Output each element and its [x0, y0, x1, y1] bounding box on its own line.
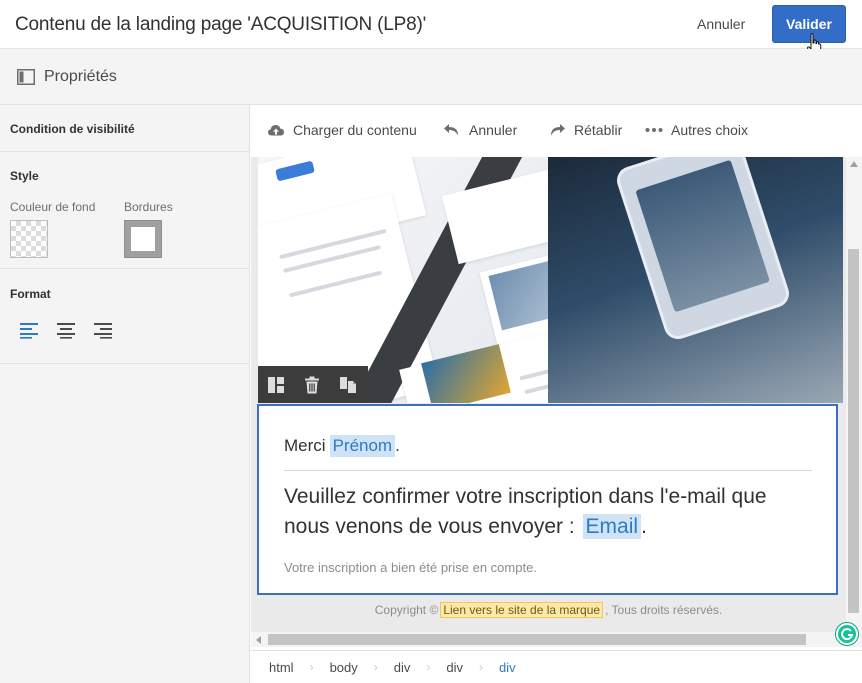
- cloud-upload-icon: [268, 125, 284, 136]
- divider: [284, 470, 812, 471]
- horizontal-scroll-thumb[interactable]: [268, 634, 806, 645]
- horizontal-scrollbar[interactable]: [251, 632, 846, 647]
- delete-button[interactable]: [294, 366, 330, 403]
- more-dots-icon: [645, 128, 663, 132]
- cancel-button[interactable]: Annuler: [697, 16, 745, 32]
- chevron-right-icon: ›: [479, 660, 484, 674]
- selected-text-block[interactable]: Merci Prénom . Veuillez confirmer votre …: [257, 404, 838, 595]
- undo-button[interactable]: Annuler: [443, 122, 517, 138]
- undo-icon: [444, 124, 458, 136]
- scroll-up-arrow-icon[interactable]: [850, 161, 858, 167]
- chevron-right-icon: ›: [373, 660, 378, 674]
- header-bar: Contenu de la landing page 'ACQUISITION …: [0, 0, 862, 49]
- more-options-label: Autres choix: [671, 122, 749, 138]
- duplicate-icon: [340, 376, 356, 393]
- brand-link[interactable]: Lien vers le site de la marque: [440, 602, 604, 618]
- editor-toolbar: Charger du contenu Annuler Rétablir Autr…: [251, 105, 862, 157]
- breadcrumb-body[interactable]: body: [330, 660, 358, 675]
- format-heading: Format: [10, 287, 51, 301]
- redo-icon: [551, 124, 565, 136]
- page-title: Contenu de la landing page 'ACQUISITION …: [15, 14, 426, 35]
- redo-button[interactable]: Rétablir: [548, 122, 622, 138]
- thanks-prefix: Merci: [284, 436, 326, 455]
- chevron-right-icon: ›: [426, 660, 431, 674]
- breadcrumb: html › body › div › div › div: [251, 650, 862, 683]
- vertical-scroll-thumb[interactable]: [848, 249, 859, 613]
- visibility-section[interactable]: Condition de visibilité: [0, 105, 249, 152]
- registration-done-text: Votre inscription a bien été prise en co…: [284, 560, 537, 575]
- properties-label: Propriétés: [44, 68, 117, 85]
- style-section: Style Couleur de fond Bordures: [0, 152, 249, 269]
- background-color-swatch[interactable]: [10, 220, 48, 258]
- load-content-label: Charger du contenu: [293, 122, 417, 138]
- align-center-icon[interactable]: [56, 321, 76, 339]
- thanks-suffix: .: [395, 436, 400, 455]
- vertical-scrollbar[interactable]: [846, 157, 862, 647]
- grammarly-icon[interactable]: [836, 623, 858, 645]
- properties-sidebar: Condition de visibilité Style Couleur de…: [0, 105, 250, 683]
- thanks-line: Merci Prénom .: [284, 435, 400, 457]
- borders-label: Bordures: [124, 200, 173, 214]
- footer-copyright: Copyright © Lien vers le site de la marqu…: [251, 602, 846, 618]
- panel-icon[interactable]: [17, 69, 35, 85]
- format-section: Format: [0, 269, 249, 364]
- borders-swatch[interactable]: [124, 220, 162, 258]
- undo-label: Annuler: [469, 122, 518, 138]
- editor-canvas: Merci Prénom . Veuillez confirmer votre …: [251, 157, 846, 632]
- style-heading: Style: [10, 169, 39, 183]
- scroll-left-arrow-icon[interactable]: [256, 636, 261, 644]
- visibility-heading: Condition de visibilité: [10, 122, 135, 136]
- layout-button[interactable]: [258, 366, 294, 403]
- block-toolbar: [258, 366, 368, 403]
- confirm-paragraph: Veuillez confirmer votre inscription dan…: [284, 482, 814, 542]
- confirm-text: Veuillez confirmer votre inscription dan…: [284, 485, 767, 538]
- firstname-field-tag[interactable]: Prénom: [329, 435, 396, 457]
- background-color-label: Couleur de fond: [10, 200, 96, 214]
- email-field-tag[interactable]: Email: [582, 514, 642, 539]
- grammarly-g-icon: [841, 628, 854, 641]
- breadcrumb-div-2[interactable]: div: [446, 660, 463, 675]
- copyright-text: Copyright ©: [374, 603, 439, 617]
- layout-icon: [268, 376, 284, 393]
- chevron-right-icon: ›: [309, 660, 314, 674]
- rights-text: , Tous droits réservés.: [605, 603, 723, 617]
- align-right-icon[interactable]: [93, 321, 113, 339]
- duplicate-button[interactable]: [330, 366, 366, 403]
- breadcrumb-html[interactable]: html: [269, 660, 294, 675]
- redo-label: Rétablir: [574, 122, 623, 138]
- more-options-button[interactable]: Autres choix: [645, 122, 748, 138]
- breadcrumb-div-active[interactable]: div: [499, 660, 516, 675]
- confirm-suffix: .: [641, 515, 647, 538]
- load-content-button[interactable]: Charger du contenu: [267, 122, 417, 138]
- align-left-icon[interactable]: [19, 321, 39, 339]
- trash-icon: [305, 376, 319, 393]
- breadcrumb-div-1[interactable]: div: [394, 660, 411, 675]
- properties-bar: Propriétés: [0, 49, 862, 105]
